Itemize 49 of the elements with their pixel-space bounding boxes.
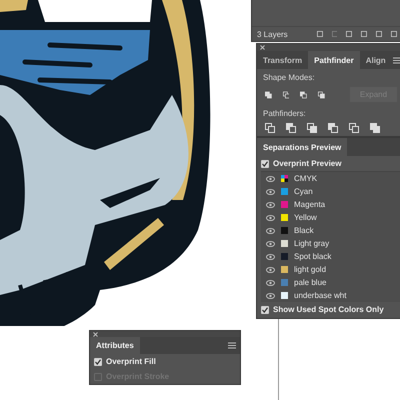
overlapping-squares-icon[interactable] — [318, 90, 325, 100]
overlapping-squares-icon[interactable] — [349, 123, 359, 133]
separation-name[interactable]: Black — [294, 226, 314, 235]
panel-tab[interactable]: Transform — [257, 51, 308, 69]
overlapping-squares-icon[interactable] — [300, 90, 308, 100]
eye-icon[interactable] — [266, 266, 275, 272]
menu-icon[interactable] — [228, 342, 236, 350]
eye-icon[interactable] — [266, 292, 275, 298]
eye-icon[interactable] — [266, 228, 275, 234]
overlapping-squares-icon[interactable] — [328, 123, 338, 133]
separation-name[interactable]: Spot black — [294, 252, 332, 261]
checkbox-label: Overprint Fill — [106, 357, 156, 366]
checkbox[interactable] — [261, 306, 269, 314]
layer-count: 3 Layers — [257, 30, 288, 38]
close-icon[interactable] — [93, 332, 98, 337]
overlapping-squares-icon[interactable] — [286, 123, 296, 133]
overlapping-squares-icon[interactable] — [307, 123, 317, 133]
checkbox-label: Overprint Preview — [273, 159, 342, 168]
section-label: Shape Modes: — [262, 72, 316, 84]
checkbox-label: Show Used Spot Colors Only — [273, 305, 384, 314]
separation-name[interactable]: light gold — [294, 265, 326, 274]
close-icon[interactable] — [260, 45, 265, 50]
overlapping-squares-icon[interactable] — [265, 123, 275, 133]
checkbox[interactable] — [261, 160, 269, 168]
eye-icon[interactable] — [266, 188, 275, 194]
separation-name[interactable]: CMYK — [294, 174, 318, 183]
overlapping-squares-icon[interactable] — [370, 123, 380, 133]
checkbox[interactable] — [94, 358, 102, 366]
panel-tab[interactable]: Align — [360, 51, 392, 69]
menu-icon[interactable] — [393, 56, 400, 64]
eye-icon[interactable] — [266, 240, 275, 246]
separation-name[interactable]: Light gray — [294, 239, 330, 248]
eye-icon[interactable] — [266, 254, 275, 260]
separation-name[interactable]: pale blue — [294, 278, 326, 287]
section-label: Pathfinders: — [262, 108, 307, 120]
panel-tab[interactable]: Separations Preview — [257, 138, 348, 156]
separation-name[interactable]: underbase wht — [294, 291, 346, 300]
eye-icon[interactable] — [266, 202, 275, 208]
separation-name[interactable]: Cyan — [294, 187, 313, 196]
eye-icon[interactable] — [266, 280, 275, 286]
separation-name[interactable]: Yellow — [294, 213, 317, 222]
panel-tab[interactable]: Pathfinder — [308, 51, 360, 69]
eye-icon[interactable] — [266, 214, 275, 220]
separation-name[interactable]: Magenta — [294, 200, 326, 209]
overlapping-squares-icon[interactable] — [282, 90, 290, 100]
cmyk-swatch-icon — [281, 175, 288, 182]
eye-icon[interactable] — [266, 176, 275, 182]
panel-tab[interactable]: Attributes — [90, 337, 140, 354]
overlapping-squares-icon[interactable] — [265, 90, 272, 100]
